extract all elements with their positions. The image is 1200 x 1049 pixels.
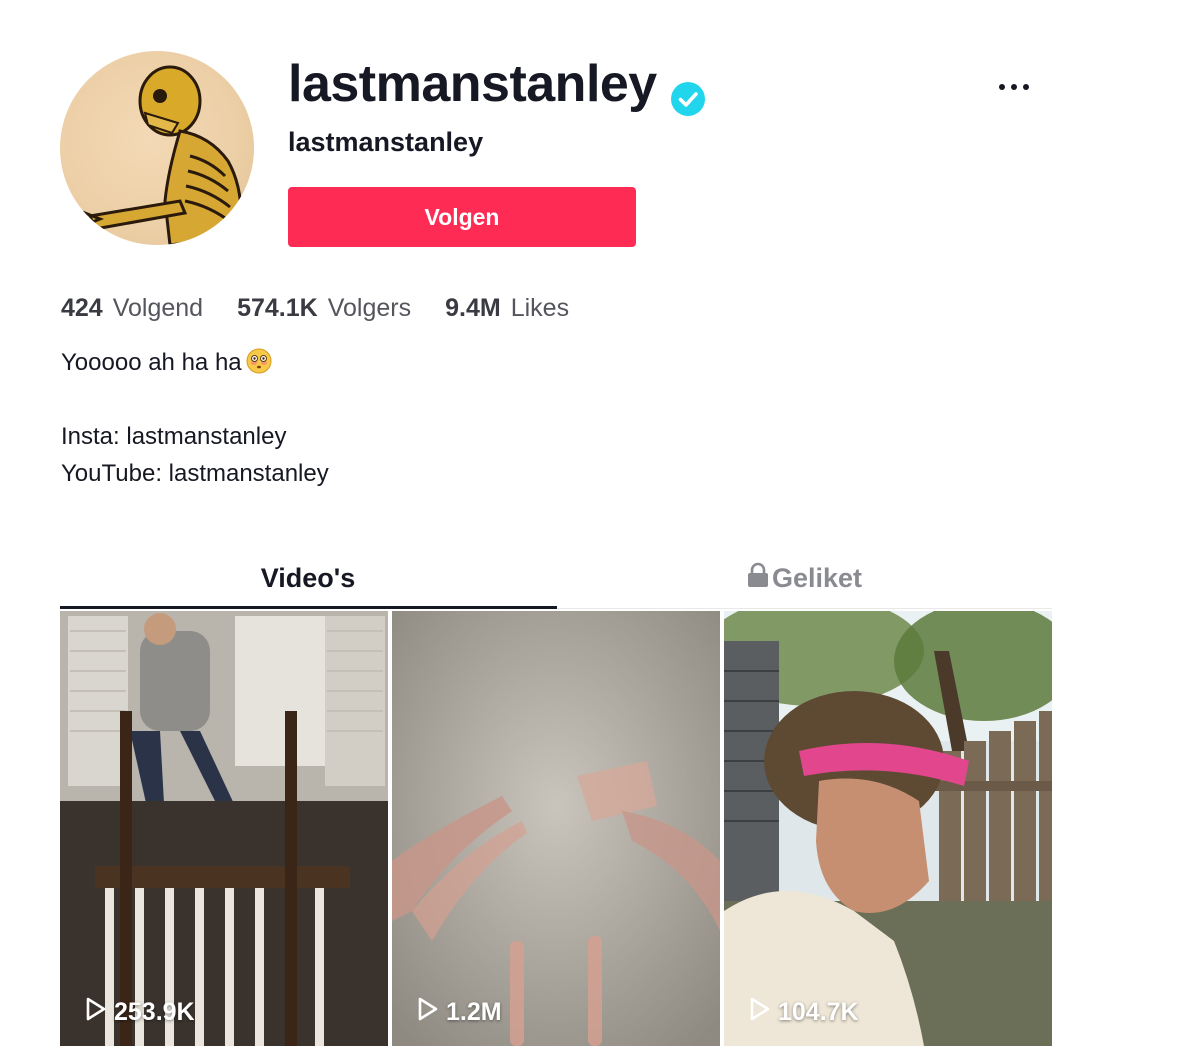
bio-line-1-text: Yooooo ah ha ha [61, 349, 242, 376]
profile-stats: 424 Volgend 574.1K Volgers 9.4M Likes [61, 290, 569, 326]
profile-bio: Yooooo ah ha ha Insta: lastmanstanley Yo… [61, 344, 329, 492]
video-thumbnail-image [60, 611, 388, 1046]
play-icon [418, 997, 438, 1028]
video-thumbnail-image [724, 611, 1052, 1046]
play-icon [750, 997, 770, 1028]
avatar[interactable] [60, 51, 254, 245]
video-view-count: 253.9K [86, 997, 195, 1028]
video-grid: 253.9K 1.2M 104.7K [60, 611, 1052, 1046]
video-views-text: 253.9K [114, 998, 195, 1026]
bio-line-3: YouTube: lastmanstanley [61, 460, 329, 487]
tab-videos[interactable]: Video's [60, 550, 556, 606]
video-thumbnail-image [392, 611, 720, 1046]
profile-username: lastmanstanley [288, 52, 705, 116]
skeleton-avatar-image [79, 65, 243, 245]
following-count[interactable]: 424 Volgend [61, 290, 203, 326]
active-tab-indicator [60, 606, 557, 609]
likes-label: Likes [510, 294, 570, 322]
tab-videos-label: Video's [260, 562, 356, 593]
tab-liked-label: Geliket [771, 562, 863, 593]
video-view-count: 1.2M [418, 997, 502, 1028]
video-thumbnail[interactable]: 1.2M [392, 611, 720, 1046]
following-value: 424 [61, 294, 103, 322]
followers-value: 574.1K [237, 294, 318, 322]
username-text: lastmanstanley [288, 55, 657, 113]
likes-value: 9.4M [445, 294, 501, 322]
tab-liked[interactable]: Geliket [556, 550, 1052, 606]
play-icon [86, 997, 106, 1028]
followers-label: Volgers [327, 294, 412, 322]
profile-nickname: lastmanstanley [288, 127, 484, 157]
flushed-face-emoji-icon [246, 348, 272, 374]
bio-line-2: Insta: lastmanstanley [61, 423, 287, 450]
verified-badge-icon [670, 67, 705, 116]
profile-tabs: Video's Geliket [60, 550, 1052, 609]
video-thumbnail[interactable]: 104.7K [724, 611, 1052, 1046]
video-views-text: 1.2M [446, 998, 502, 1026]
following-label: Volgend [112, 294, 204, 322]
followers-count[interactable]: 574.1K Volgers [237, 290, 411, 326]
lock-icon [746, 562, 770, 595]
likes-count: 9.4M Likes [445, 290, 569, 326]
video-views-text: 104.7K [778, 998, 859, 1026]
video-thumbnail[interactable]: 253.9K [60, 611, 388, 1046]
video-view-count: 104.7K [750, 997, 859, 1028]
more-options-icon[interactable] [990, 70, 1038, 104]
bio-line-1: Yooooo ah ha ha [61, 344, 329, 381]
follow-button[interactable]: Volgen [288, 187, 636, 247]
